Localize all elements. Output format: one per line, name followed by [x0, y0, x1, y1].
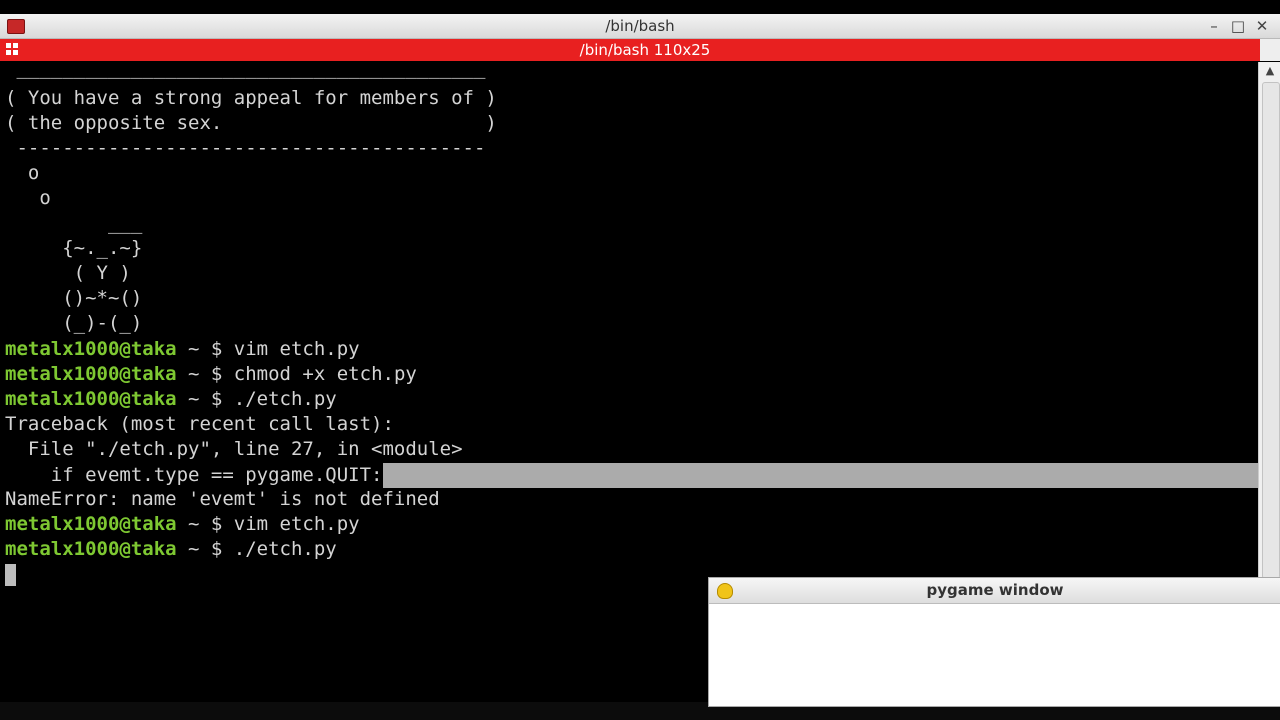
prompt-line: metalx1000@taka ~ $ chmod +x etch.py: [5, 362, 417, 387]
prompt-user: metalx1000@taka: [5, 538, 177, 560]
pygame-window-title: pygame window: [926, 581, 1064, 599]
command-text: vim etch.py: [233, 338, 360, 360]
prompt-user: metalx1000@taka: [5, 388, 177, 410]
prompt-user: metalx1000@taka: [5, 363, 177, 385]
pygame-canvas[interactable]: [709, 604, 1280, 706]
prompt-user: metalx1000@taka: [5, 338, 177, 360]
cowsay-line: o: [5, 162, 40, 184]
tab-bar-edge: [1260, 39, 1280, 61]
maximize-icon[interactable]: □: [1227, 16, 1249, 36]
prompt-user: metalx1000@taka: [5, 513, 177, 535]
pygame-titlebar[interactable]: pygame window: [709, 578, 1280, 604]
traceback-code: if evemt.type == pygame.QUIT:: [0, 463, 1261, 488]
scroll-up-icon[interactable]: ▲: [1259, 62, 1280, 80]
selection-highlight: [382, 463, 1261, 488]
cowsay-line: o: [5, 187, 51, 209]
prompt-line: metalx1000@taka ~ $ ./etch.py: [5, 387, 337, 412]
traceback-file: File "./etch.py", line 27, in <module>: [5, 438, 463, 460]
command-text: vim etch.py: [233, 513, 360, 535]
prompt-symbol: ~ $: [176, 513, 234, 535]
prompt-symbol: ~ $: [176, 363, 234, 385]
prompt-line: metalx1000@taka ~ $ ./etch.py: [5, 537, 337, 562]
cowsay-line: ----------------------------------------…: [5, 137, 486, 159]
error-message: NameError: name 'evemt' is not defined: [5, 488, 440, 510]
command-text: chmod +x etch.py: [233, 363, 417, 385]
window-titlebar[interactable]: /bin/bash – □ ✕: [0, 14, 1280, 39]
command-text: ./etch.py: [233, 388, 337, 410]
prompt-symbol: ~ $: [176, 388, 234, 410]
tab-grid-icon[interactable]: [6, 43, 20, 57]
cowsay-line: ( You have a strong appeal for members o…: [5, 87, 497, 109]
cowsay-line: ( the opposite sex. ): [5, 112, 497, 134]
code-text: if evemt.type == pygame.QUIT:: [5, 464, 383, 486]
prompt-line: metalx1000@taka ~ $ vim etch.py: [5, 512, 360, 537]
cowsay-line: (_)-(_): [5, 312, 143, 334]
window-title: /bin/bash: [605, 17, 675, 35]
cowsay-line: {~._.~}: [5, 237, 143, 259]
terminal-cursor: [5, 564, 16, 586]
cowsay-line: ___: [5, 212, 143, 234]
traceback-header: Traceback (most recent call last):: [5, 413, 394, 435]
minimize-icon[interactable]: –: [1203, 16, 1225, 36]
prompt-symbol: ~ $: [176, 538, 234, 560]
scrollbar-thumb[interactable]: [1262, 82, 1280, 579]
cowsay-line: ()~*~(): [5, 287, 143, 309]
prompt-line: metalx1000@taka ~ $ vim etch.py: [5, 337, 360, 362]
command-text: ./etch.py: [233, 538, 337, 560]
prompt-symbol: ~ $: [176, 338, 234, 360]
cowsay-line: ( Y ): [5, 262, 131, 284]
pygame-window[interactable]: pygame window: [708, 577, 1280, 707]
close-icon[interactable]: ✕: [1251, 16, 1273, 36]
cowsay-line: ________________________________________…: [5, 57, 486, 79]
